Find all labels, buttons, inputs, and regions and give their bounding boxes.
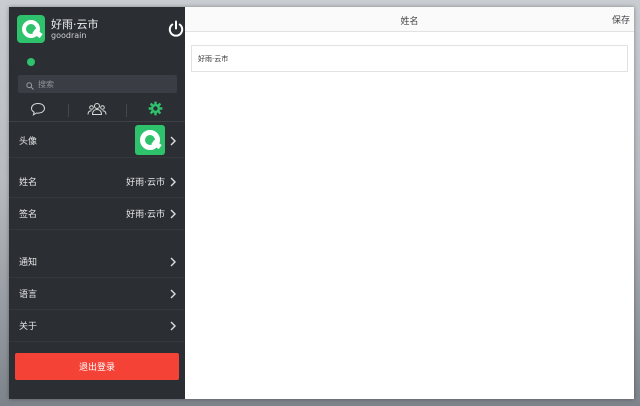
main-panel: 姓名 保存 bbox=[185, 7, 634, 399]
search-icon bbox=[26, 75, 34, 94]
settings-row-language[interactable]: 语言 bbox=[9, 278, 185, 310]
sidebar: 好雨·云市 goodrain 搜索 头像 姓名 好雨·云市 签名 好雨·云市 通… bbox=[9, 7, 185, 399]
avatar bbox=[135, 125, 165, 155]
chevron-right-icon bbox=[170, 321, 176, 330]
online-status-indicator bbox=[27, 58, 35, 66]
row-label: 头像 bbox=[19, 137, 38, 147]
settings-row-name[interactable]: 姓名 好雨·云市 bbox=[9, 166, 185, 198]
search-box[interactable] bbox=[18, 75, 177, 93]
chevron-right-icon bbox=[170, 289, 176, 298]
settings-row-about[interactable]: 关于 bbox=[9, 310, 185, 342]
row-value: 好雨·云市 bbox=[126, 178, 165, 188]
chevron-right-icon bbox=[170, 177, 176, 186]
sidebar-tab-bar bbox=[9, 99, 185, 122]
settings-row-avatar[interactable]: 头像 bbox=[9, 124, 185, 158]
save-button[interactable]: 保存 bbox=[612, 13, 630, 26]
profile-account: goodrain bbox=[51, 31, 87, 40]
chat-bubble-icon bbox=[30, 101, 46, 120]
app-logo-icon bbox=[22, 20, 40, 38]
page-title: 姓名 bbox=[400, 17, 419, 27]
profile-avatar[interactable] bbox=[17, 15, 45, 43]
chevron-right-icon bbox=[170, 209, 176, 218]
chevron-right-icon bbox=[170, 257, 176, 266]
main-header: 姓名 保存 bbox=[185, 7, 634, 32]
search-input[interactable] bbox=[38, 79, 168, 89]
logout-button[interactable]: 退出登录 bbox=[15, 353, 179, 380]
row-label: 姓名 bbox=[19, 178, 38, 188]
contacts-icon bbox=[87, 101, 107, 120]
gear-icon bbox=[148, 101, 163, 120]
name-input[interactable] bbox=[191, 45, 628, 72]
settings-row-signature[interactable]: 签名 好雨·云市 bbox=[9, 198, 185, 230]
app-logo-icon bbox=[140, 130, 160, 150]
app-window: 好雨·云市 goodrain 搜索 头像 姓名 好雨·云市 签名 好雨·云市 通… bbox=[9, 7, 634, 399]
chevron-right-icon bbox=[170, 136, 176, 145]
profile-name: 好雨·云市 bbox=[51, 18, 99, 31]
power-icon[interactable] bbox=[167, 20, 185, 38]
row-value: 好雨·云市 bbox=[126, 210, 165, 220]
row-label: 关于 bbox=[19, 322, 38, 332]
profile-header: 好雨·云市 goodrain bbox=[17, 15, 184, 51]
tab-contacts[interactable] bbox=[67, 99, 127, 121]
tab-chats[interactable] bbox=[9, 99, 68, 121]
row-label: 语言 bbox=[19, 290, 38, 300]
row-label: 通知 bbox=[19, 258, 38, 268]
settings-row-notifications[interactable]: 通知 bbox=[9, 246, 185, 278]
row-label: 签名 bbox=[19, 210, 38, 220]
tab-settings[interactable] bbox=[126, 99, 185, 121]
